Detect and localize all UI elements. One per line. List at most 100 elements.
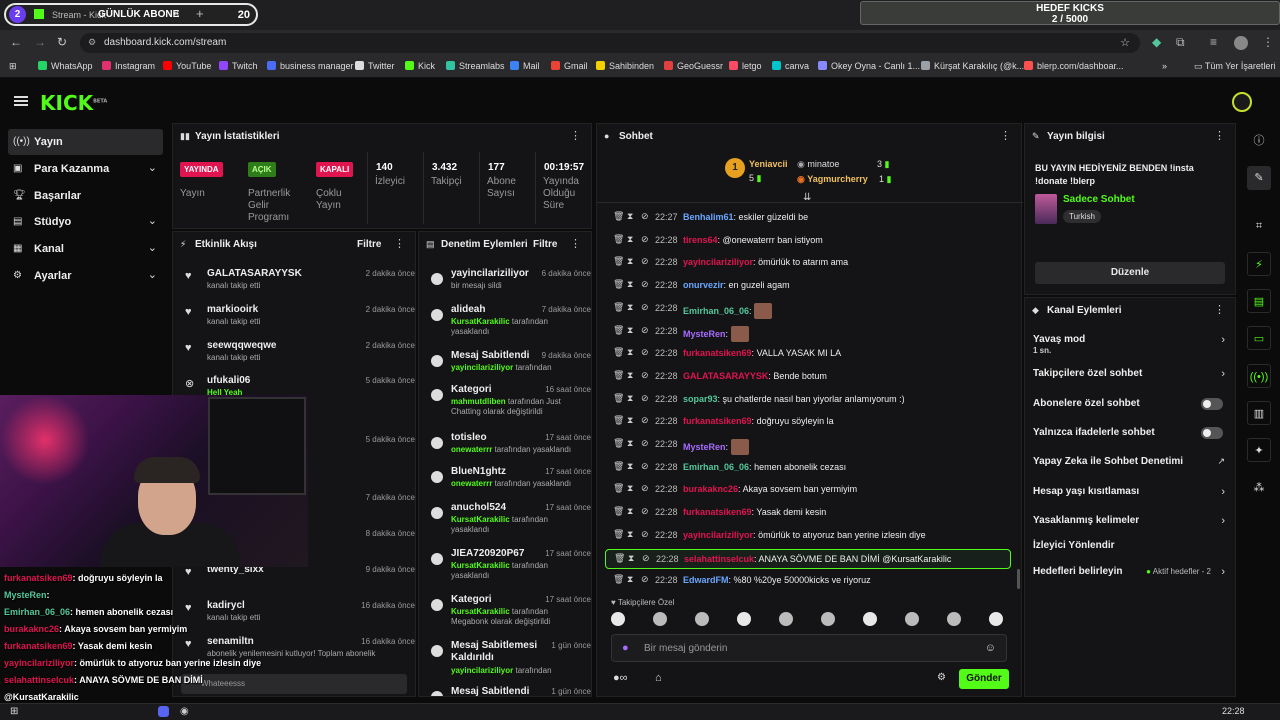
chat-message[interactable]: 🗑︎ ⧗ ⊘ 22:28 yayincilariziliyor: ömürlük to … xyxy=(613,253,1013,271)
new-tab-icon[interactable]: + xyxy=(196,6,204,21)
timeout-icon[interactable]: ⧗ xyxy=(627,211,633,222)
back-icon[interactable]: ← xyxy=(10,35,22,49)
ban-icon[interactable]: ⊘ xyxy=(641,415,649,426)
mic-icon[interactable]: ● xyxy=(622,642,629,654)
channel-action-item[interactable]: Yapay Zeka ile Sohbet Denetimi ↗ xyxy=(1033,456,1225,482)
bookmarks-overflow-icon[interactable]: » xyxy=(1162,61,1167,71)
bookmark-item[interactable]: business manager xyxy=(267,61,354,71)
timeout-icon[interactable]: ⧗ xyxy=(627,529,633,540)
cat-emote-icon[interactable] xyxy=(905,612,919,626)
delete-icon[interactable]: 🗑︎ xyxy=(613,529,624,540)
discord-icon[interactable] xyxy=(158,706,169,717)
chat-message[interactable]: 🗑︎ ⧗ ⊘ 22:28 MysteRen: xyxy=(613,322,1013,342)
more-options-icon[interactable]: ⋮ xyxy=(1000,129,1011,142)
chat-message[interactable]: 🗑︎ ⧗ ⊘ 22:28 furkanatsiken69: VALLA YASAK MI… xyxy=(613,344,1013,362)
timeout-icon[interactable]: ⧗ xyxy=(627,393,633,404)
bookmark-item[interactable]: canva xyxy=(772,61,809,71)
chat-message[interactable]: 🗑︎ ⧗ ⊘ 22:28 furkanatsiken69: doğruyu söyley… xyxy=(613,412,1013,430)
extensions-icon[interactable]: ⧉ xyxy=(1176,35,1185,50)
sidebar-item-ayarlar[interactable]: ⚙ Ayarlar ⌄ xyxy=(8,263,163,289)
chat-message[interactable]: 🗑︎ ⧗ ⊘ 22:28 Emirhan_06_06: hemen abonelik c… xyxy=(613,458,1013,476)
sidebar-item-studyo[interactable]: ▤ Stüdyo ⌄ xyxy=(8,209,163,235)
user-avatar[interactable] xyxy=(1232,92,1252,112)
ban-icon[interactable]: ⊘ xyxy=(642,553,650,564)
delete-icon[interactable]: 🗑︎ xyxy=(613,370,624,381)
menu-icon[interactable]: ⋮ xyxy=(1262,35,1274,49)
apps-icon[interactable]: ⊞ xyxy=(9,61,17,72)
channel-action-item[interactable]: Yavaş mod 1 sn. › xyxy=(1033,334,1225,360)
category-name[interactable]: Sadece Sohbet xyxy=(1063,194,1135,205)
ban-icon[interactable]: ⊘ xyxy=(641,302,649,313)
chat-message[interactable]: 🗑︎ ⧗ ⊘ 22:28 onurvezir: en guzeli agam xyxy=(613,276,1013,294)
timeout-icon[interactable]: ⧗ xyxy=(628,553,634,564)
delete-icon[interactable]: 🗑︎ xyxy=(613,256,624,267)
hamburger-menu-icon[interactable] xyxy=(14,96,28,106)
chat-message[interactable]: 🗑︎ ⧗ ⊘ 22:28 selahattinselcuk: ANAYA SÖVME D… xyxy=(605,548,1011,569)
delete-icon[interactable]: 🗑︎ xyxy=(613,438,624,449)
chat-scrollbar[interactable] xyxy=(1017,569,1020,589)
ice-emote-icon[interactable] xyxy=(653,612,667,626)
timeout-icon[interactable]: ⧗ xyxy=(627,574,633,585)
emoji-icon[interactable]: ☺ xyxy=(985,642,996,654)
channel-action-item[interactable]: İzleyici Yönlendir xyxy=(1033,540,1225,566)
chat-message[interactable]: 🗑︎ ⧗ ⊘ 22:27 Benhalim61: eskiler güzeldi be xyxy=(613,208,1013,226)
rewards-icon[interactable]: ●∞ xyxy=(613,672,628,684)
timeout-icon[interactable]: ⧗ xyxy=(627,370,633,381)
store-icon[interactable]: ⌂ xyxy=(655,672,662,684)
bookmark-item[interactable]: Streamlabs xyxy=(446,61,505,71)
edit-stream-button[interactable]: Düzenle xyxy=(1035,262,1225,284)
ban-icon[interactable]: ⊘ xyxy=(641,234,649,245)
ban-icon[interactable]: ⊘ xyxy=(641,370,649,381)
chat-message[interactable]: 🗑︎ ⧗ ⊘ 22:28 EdwardFM: %80 %20ye 50000kicks … xyxy=(613,571,1013,589)
pencil-icon[interactable]: ✎ xyxy=(1247,166,1271,190)
bookmark-item[interactable]: Instagram xyxy=(102,61,155,71)
panda-emote-icon[interactable] xyxy=(695,612,709,626)
timeout-icon[interactable]: ⧗ xyxy=(627,483,633,494)
face-emote-icon[interactable] xyxy=(947,612,961,626)
timeout-icon[interactable]: ⧗ xyxy=(627,347,633,358)
delete-icon[interactable]: 🗑︎ xyxy=(613,483,624,494)
timeout-icon[interactable]: ⧗ xyxy=(627,234,633,245)
chat-message[interactable]: 🗑︎ ⧗ ⊘ 22:28 yayincilariziliyor: ömürlük to … xyxy=(613,526,1013,544)
channel-action-item[interactable]: Yalnızca ifadelerle sohbet xyxy=(1033,427,1225,453)
sidebar-item-basarilar[interactable]: 🏆︎ Başarılar xyxy=(8,183,163,209)
obs-icon[interactable]: ◉ xyxy=(180,706,189,717)
bookmark-item[interactable]: Twitch xyxy=(219,61,258,71)
bookmark-item[interactable]: Okey Oyna - Canlı 1... xyxy=(818,61,920,71)
layout-icon[interactable]: ▥ xyxy=(1247,401,1271,425)
timeout-icon[interactable]: ⧗ xyxy=(627,256,633,267)
chat-input[interactable]: ● Bir mesaj gönderin ☺ xyxy=(611,634,1007,662)
bookmark-item[interactable]: letgo xyxy=(729,61,762,71)
skull-emote-icon[interactable] xyxy=(611,612,625,626)
chat-message[interactable]: 🗑︎ ⧗ ⊘ 22:28 GALATASARAYYSK: Bende botum xyxy=(613,367,1013,385)
channel-action-item[interactable]: Takipçilere özel sohbet › xyxy=(1033,368,1225,394)
delete-icon[interactable]: 🗑︎ xyxy=(613,211,624,222)
ban-icon[interactable]: ⊘ xyxy=(641,506,649,517)
delete-icon[interactable]: 🗑︎ xyxy=(613,574,624,585)
timeout-icon[interactable]: ⧗ xyxy=(627,415,633,426)
timeout-icon[interactable]: ⧗ xyxy=(627,325,633,336)
all-bookmarks-folder[interactable]: ▭ Tüm Yer İşaretleri xyxy=(1194,61,1275,72)
url-field[interactable]: ⚙ dashboard.kick.com/stream ☆ xyxy=(80,33,1140,53)
sidebar-item-kanal[interactable]: ▦ Kanal ⌄ xyxy=(8,236,163,262)
sidebar-item-yayin[interactable]: ((•)) Yayın xyxy=(8,129,163,155)
pepe-emote-icon[interactable] xyxy=(779,612,793,626)
kick-logo[interactable]: KICKBETA xyxy=(40,91,107,115)
channel-action-item[interactable]: Abonelere özel sohbet xyxy=(1033,398,1225,424)
toggle-switch[interactable] xyxy=(1201,427,1223,439)
ban-icon[interactable]: ⊘ xyxy=(641,256,649,267)
ban-icon[interactable]: ⊘ xyxy=(641,438,649,449)
bookmark-item[interactable]: Sahibinden xyxy=(596,61,654,71)
chat-message[interactable]: 🗑︎ ⧗ ⊘ 22:28 tirens64: @onewaterrr ban istiy… xyxy=(613,231,1013,249)
filter-button[interactable]: Filtre xyxy=(533,239,557,250)
ban-icon[interactable]: ⊘ xyxy=(641,325,649,336)
channel-action-item[interactable]: Yasaklanmış kelimeler › xyxy=(1033,515,1225,541)
chat-message[interactable]: 🗑︎ ⧗ ⊘ 22:28 Emirhan_06_06: xyxy=(613,299,1013,319)
profile-avatar[interactable] xyxy=(1234,36,1248,50)
broadcast-icon[interactable]: ((•)) xyxy=(1247,364,1271,388)
bookmark-item[interactable]: GeoGuessr xyxy=(664,61,723,71)
filter-button[interactable]: Filtre xyxy=(357,239,381,250)
more-tools-icon[interactable]: ⁂ xyxy=(1247,476,1271,500)
chat-message[interactable]: 🗑︎ ⧗ ⊘ 22:28 MysteRen: xyxy=(613,435,1013,455)
bookmark-item[interactable]: Twitter xyxy=(355,61,395,71)
